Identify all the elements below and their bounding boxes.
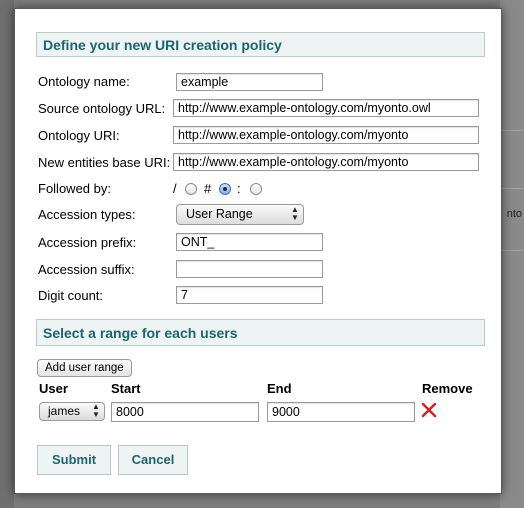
ontology-name-input[interactable]: [176, 73, 323, 91]
accession-suffix-label: Accession suffix:: [38, 262, 135, 277]
accession-prefix-input[interactable]: [176, 233, 323, 251]
background-page-left: [0, 0, 14, 508]
accession-suffix-input[interactable]: [176, 260, 323, 278]
ontology-uri-input[interactable]: [173, 126, 479, 144]
separator-slash-radio[interactable]: [185, 183, 197, 195]
accession-types-select[interactable]: User Range ▲ ▼: [176, 204, 304, 225]
policy-section-title: Define your new URI creation policy: [36, 32, 485, 57]
select-arrows-icon: ▲ ▼: [291, 205, 299, 222]
column-start: Start: [111, 381, 141, 396]
background-divider: [500, 130, 524, 131]
entities-base-uri-label: New entities base URI:: [38, 155, 171, 170]
range-end-input[interactable]: [267, 402, 415, 422]
background-divider: [500, 250, 524, 251]
background-divider: [500, 188, 524, 189]
separator-colon-label: :: [237, 181, 241, 196]
accession-types-label: Accession types:: [38, 207, 136, 222]
background-page-right: [500, 0, 524, 508]
separator-colon-radio[interactable]: [250, 183, 262, 195]
accession-types-value: User Range: [186, 207, 253, 221]
ontology-uri-label: Ontology URI:: [38, 128, 120, 143]
range-start-input[interactable]: [111, 402, 259, 422]
submit-button[interactable]: Submit: [37, 445, 111, 475]
ontology-name-label: Ontology name:: [38, 74, 130, 89]
separator-slash-label: /: [173, 181, 177, 196]
range-section-title: Select a range for each users: [36, 319, 485, 346]
column-remove: Remove: [422, 381, 473, 396]
entities-base-uri-input[interactable]: [173, 153, 479, 171]
add-user-range-button[interactable]: Add user range: [37, 359, 132, 377]
background-text: nto: [506, 208, 522, 220]
accession-prefix-label: Accession prefix:: [38, 235, 137, 250]
digit-count-label: Digit count:: [38, 288, 104, 303]
column-end: End: [267, 381, 292, 396]
separator-hash-radio[interactable]: [219, 183, 231, 195]
uri-policy-dialog: Define your new URI creation policy Onto…: [14, 8, 502, 494]
source-url-input[interactable]: [173, 99, 479, 117]
user-select[interactable]: james ▲ ▼: [39, 402, 105, 421]
remove-icon[interactable]: [421, 402, 437, 418]
source-url-label: Source ontology URL:: [38, 101, 166, 116]
cancel-button[interactable]: Cancel: [118, 445, 188, 475]
digit-count-input[interactable]: [176, 286, 323, 304]
separator-hash-label: #: [204, 181, 212, 196]
column-user: User: [39, 381, 68, 396]
followed-by-label: Followed by:: [38, 181, 111, 196]
user-value: james: [48, 404, 81, 418]
select-arrows-icon: ▲ ▼: [92, 402, 100, 419]
